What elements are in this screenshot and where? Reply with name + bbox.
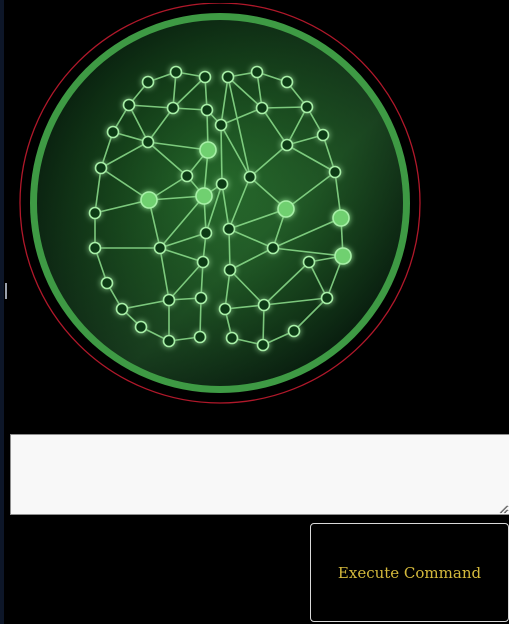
command-input[interactable] <box>10 434 509 515</box>
neural-node <box>334 247 352 265</box>
neural-node <box>280 75 294 89</box>
neural-node <box>115 302 129 316</box>
neural-node <box>196 255 210 269</box>
neural-node <box>166 101 180 115</box>
neural-node <box>106 125 120 139</box>
neural-brain-icon <box>19 3 421 404</box>
neural-node <box>195 187 213 205</box>
neural-link <box>261 106 308 109</box>
neural-node <box>257 298 271 312</box>
neural-node <box>122 98 136 112</box>
neural-node <box>134 320 148 334</box>
neural-node <box>225 331 239 345</box>
neural-node <box>141 75 155 89</box>
neural-node <box>277 200 295 218</box>
neural-node <box>100 276 114 290</box>
neural-node <box>320 291 334 305</box>
neural-node <box>287 324 301 338</box>
neural-node <box>180 169 194 183</box>
neural-link <box>220 124 223 185</box>
neural-node <box>214 118 228 132</box>
neural-node <box>332 209 350 227</box>
neural-node <box>88 206 102 220</box>
neural-node <box>302 255 316 269</box>
neural-node <box>218 302 232 316</box>
neural-node <box>280 138 294 152</box>
neural-node <box>316 128 330 142</box>
neural-node <box>328 165 342 179</box>
neural-node <box>162 293 176 307</box>
execute-command-button[interactable]: Execute Command <box>310 523 509 622</box>
neural-node <box>266 241 280 255</box>
neural-node <box>194 291 208 305</box>
neural-node <box>140 191 158 209</box>
window-left-edge <box>0 0 4 624</box>
neural-node <box>193 330 207 344</box>
neural-node <box>243 170 257 184</box>
left-resize-handle[interactable] <box>5 283 7 299</box>
neural-node <box>198 70 212 84</box>
neural-node <box>221 70 235 84</box>
neural-node <box>223 263 237 277</box>
neural-node <box>300 100 314 114</box>
neural-node <box>162 334 176 348</box>
neural-node <box>200 103 214 117</box>
neural-node <box>88 241 102 255</box>
neural-node <box>169 65 183 79</box>
neural-node <box>255 101 269 115</box>
neural-node <box>94 161 108 175</box>
neural-node <box>199 226 213 240</box>
neural-node <box>141 135 155 149</box>
neural-node <box>153 241 167 255</box>
neural-node <box>215 177 229 191</box>
neural-node <box>199 141 217 159</box>
neural-node <box>222 222 236 236</box>
neural-node <box>250 65 264 79</box>
neural-node <box>256 338 270 352</box>
